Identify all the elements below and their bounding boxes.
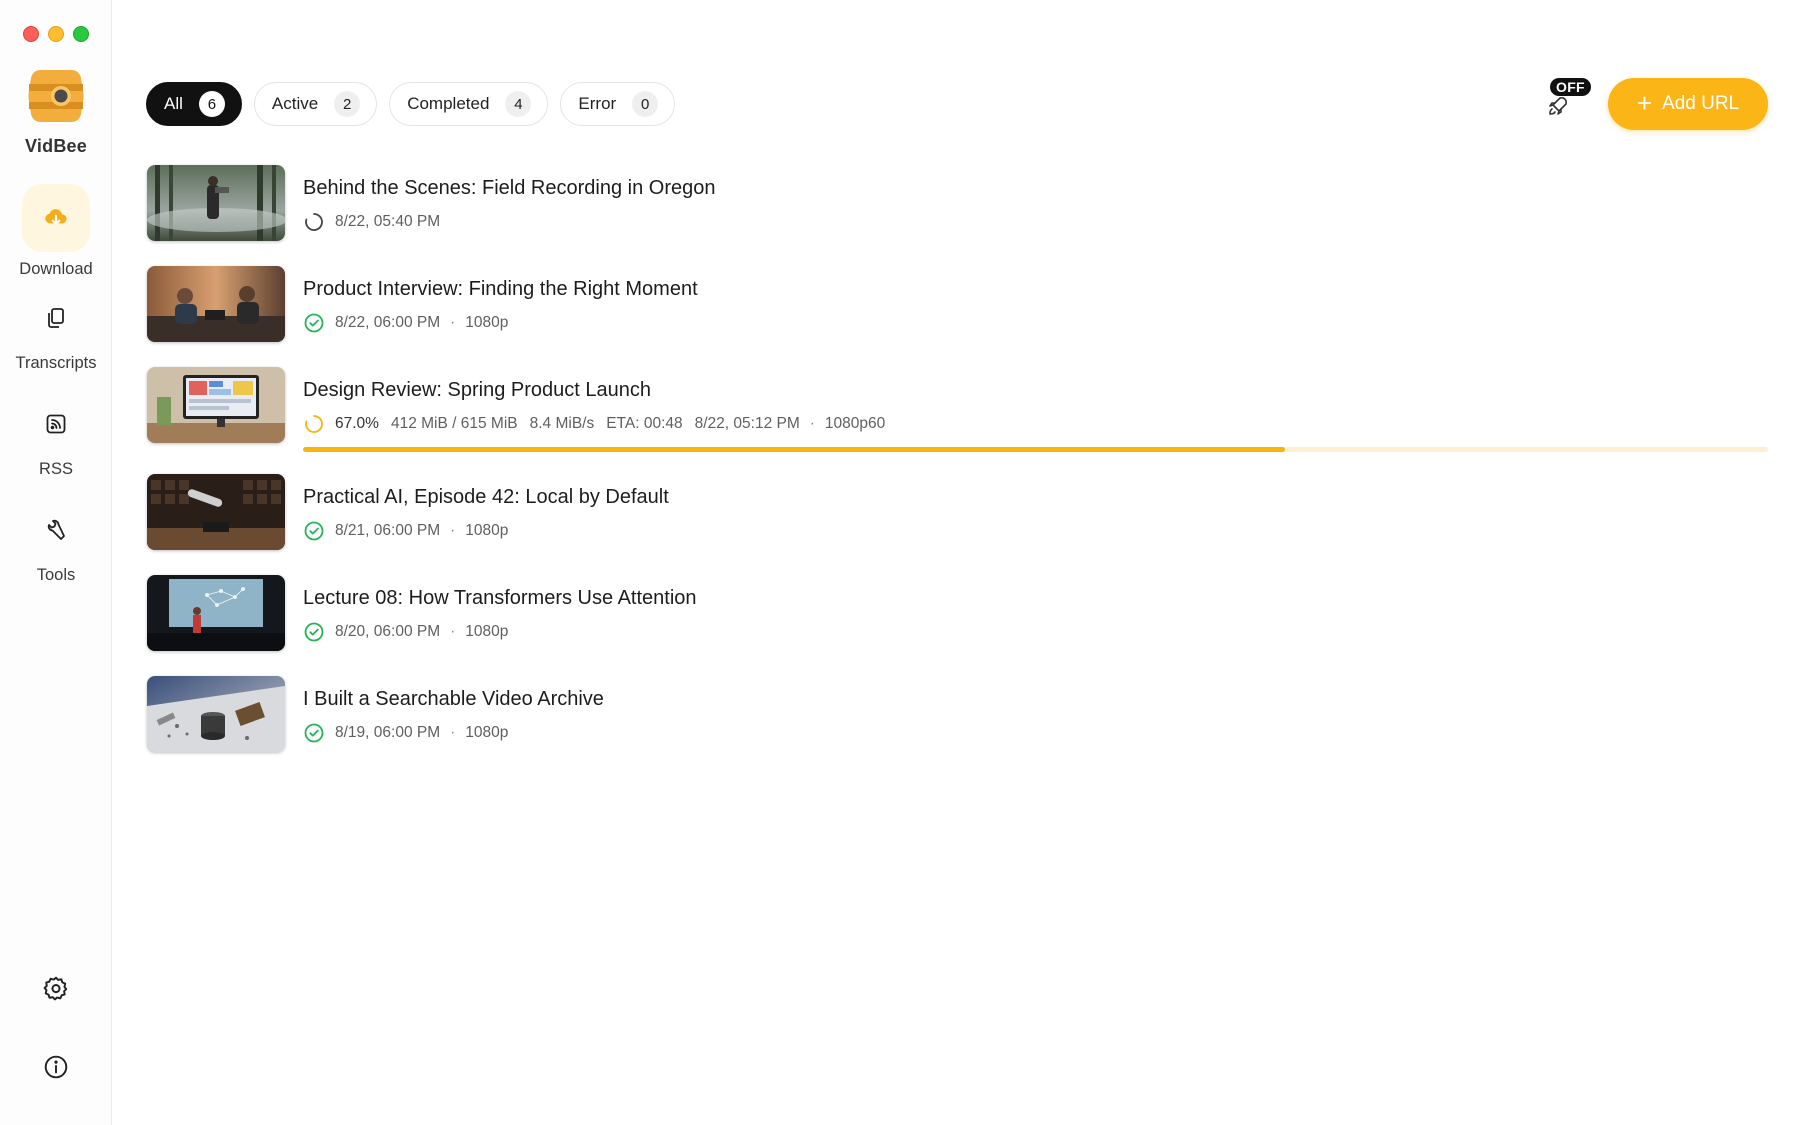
meta-separator: · <box>809 415 815 432</box>
download-item[interactable]: Lecture 08: How Transformers Use Attenti… <box>147 575 1768 653</box>
download-date: 8/22, 05:40 PM <box>335 213 441 230</box>
sidebar-item-transcripts[interactable]: Transcripts <box>0 290 112 373</box>
download-meta: 8/22, 05:40 PM <box>303 211 440 233</box>
vidbee-logo-icon <box>27 66 85 126</box>
download-meta: 8/22, 06:00 PM · 1080p <box>303 312 508 334</box>
download-item[interactable]: Product Interview: Finding the Right Mom… <box>147 266 1768 344</box>
downloading-spinner-icon <box>303 413 325 435</box>
download-item[interactable]: Practical AI, Episode 42: Local by Defau… <box>147 474 1768 552</box>
download-resolution: 1080p <box>465 314 509 331</box>
app-name: VidBee <box>25 136 87 156</box>
download-resolution: 1080p <box>465 522 509 539</box>
meta-separator: · <box>450 314 456 331</box>
download-eta: ETA: 00:48 <box>606 415 683 432</box>
plus-icon: + <box>1636 88 1653 118</box>
rss-icon <box>22 396 90 452</box>
filter-tab-active[interactable]: Active 2 <box>253 82 378 126</box>
filter-count-badge: 4 <box>505 91 532 117</box>
meta-separator: · <box>450 522 456 539</box>
video-thumbnail <box>147 266 285 342</box>
download-progress-percent: 67.0% <box>335 415 379 432</box>
download-item[interactable]: Behind the Scenes: Field Recording in Or… <box>147 165 1768 243</box>
download-item[interactable]: I Built a Searchable Video Archive 8/19,… <box>147 676 1768 754</box>
sidebar-item-label: Transcripts <box>15 354 97 372</box>
copy-documents-icon <box>22 290 90 346</box>
download-progress-fill <box>303 447 1285 452</box>
download-meta: 8/21, 06:00 PM · 1080p <box>303 520 508 542</box>
meta-separator: · <box>450 724 456 741</box>
download-title: Behind the Scenes: Field Recording in Or… <box>303 177 716 199</box>
video-thumbnail <box>147 676 285 752</box>
minimize-window-button[interactable] <box>48 26 64 42</box>
download-date: 8/22, 05:12 PM <box>694 415 800 432</box>
filter-tab-completed[interactable]: Completed 4 <box>389 82 549 126</box>
filter-count-badge: 6 <box>198 91 225 117</box>
sidebar: VidBee Download Transcripts RSS Tools <box>0 0 112 1125</box>
settings-gear-icon <box>43 976 68 1001</box>
zoom-window-button[interactable] <box>73 26 89 42</box>
download-item[interactable]: Design Review: Spring Product Launch 67.… <box>147 367 1768 459</box>
filter-count-badge: 0 <box>632 91 659 117</box>
filter-tab-label: Error <box>578 94 617 113</box>
sidebar-item-download[interactable]: Download <box>0 184 112 279</box>
download-date: 8/19, 06:00 PM <box>335 724 441 741</box>
video-thumbnail <box>147 575 285 651</box>
add-url-button[interactable]: + Add URL <box>1608 78 1768 130</box>
completed-check-icon <box>303 520 325 542</box>
video-thumbnail <box>147 165 285 241</box>
add-url-label: Add URL <box>1662 93 1740 114</box>
download-speed: 8.4 MiB/s <box>529 415 595 432</box>
download-title: Practical AI, Episode 42: Local by Defau… <box>303 486 669 508</box>
download-date: 8/22, 06:00 PM <box>335 314 441 331</box>
download-resolution: 1080p60 <box>824 415 886 432</box>
about-button[interactable] <box>0 1054 112 1080</box>
filter-tab-label: Completed <box>407 94 490 113</box>
download-meta: 8/20, 06:00 PM · 1080p <box>303 621 508 643</box>
filter-tab-label: All <box>164 94 183 113</box>
sidebar-item-tools[interactable]: Tools <box>0 502 112 585</box>
cloud-download-icon <box>22 184 90 252</box>
sidebar-item-label: RSS <box>39 460 73 478</box>
completed-check-icon <box>303 312 325 334</box>
download-resolution: 1080p <box>465 623 509 640</box>
filter-tab-error[interactable]: Error 0 <box>560 82 676 126</box>
filter-count-badge: 2 <box>334 91 361 117</box>
download-meta: 67.0% 412 MiB / 615 MiB 8.4 MiB/s ETA: 0… <box>303 413 885 435</box>
download-title: I Built a Searchable Video Archive <box>303 688 604 710</box>
video-thumbnail <box>147 474 285 550</box>
window-controls <box>23 26 89 42</box>
filter-tab-label: Active <box>271 94 319 113</box>
pending-spinner-icon <box>303 211 325 233</box>
status-filter-tabs: All 6 Active 2 Completed 4 Error 0 <box>146 82 676 126</box>
meta-separator: · <box>450 623 456 640</box>
completed-check-icon <box>303 722 325 744</box>
settings-button[interactable] <box>0 975 112 1001</box>
completed-check-icon <box>303 621 325 643</box>
download-progress-bar <box>303 447 1768 452</box>
sidebar-item-rss[interactable]: RSS <box>0 396 112 479</box>
download-resolution: 1080p <box>465 724 509 741</box>
download-size: 412 MiB / 615 MiB <box>390 415 518 432</box>
filter-tab-all[interactable]: All 6 <box>146 82 242 126</box>
close-window-button[interactable] <box>23 26 39 42</box>
download-meta: 8/19, 06:00 PM · 1080p <box>303 722 508 744</box>
info-icon <box>44 1055 68 1079</box>
sidebar-item-label: Download <box>19 260 93 278</box>
download-date: 8/20, 06:00 PM <box>335 623 441 640</box>
wrench-icon <box>22 502 90 558</box>
sidebar-item-label: Tools <box>36 566 76 584</box>
download-date: 8/21, 06:00 PM <box>335 522 441 539</box>
auto-download-toggle[interactable]: OFF <box>1546 78 1596 120</box>
download-title: Design Review: Spring Product Launch <box>303 379 651 401</box>
rocket-icon <box>1549 97 1567 115</box>
download-title: Lecture 08: How Transformers Use Attenti… <box>303 587 697 609</box>
video-thumbnail <box>147 367 285 443</box>
download-title: Product Interview: Finding the Right Mom… <box>303 278 698 300</box>
